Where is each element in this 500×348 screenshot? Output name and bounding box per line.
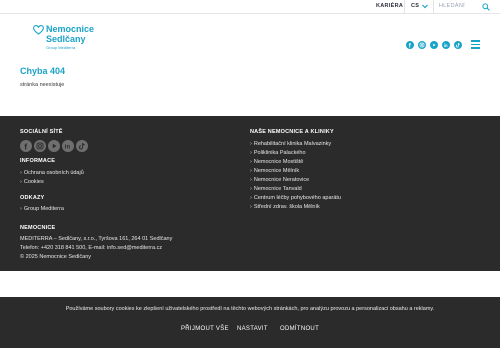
chevron-right-icon: ›: [20, 206, 22, 212]
clinic-link[interactable]: › Nemocnice Neratovice: [250, 177, 309, 183]
svg-text:f: f: [24, 141, 27, 151]
hospital-heading: NEMOCNICE: [20, 225, 56, 231]
clinic-link[interactable]: › Centrum léčby pohybového aparátu: [250, 195, 341, 201]
facebook-icon[interactable]: f: [406, 41, 414, 49]
company-address: MEDITERRA – Sedlčany, s.r.o., Tyršova 16…: [20, 236, 173, 242]
footer-link-group-mediterra[interactable]: › Group Mediterra: [20, 206, 64, 212]
logo-text-line2: Sedlčany: [46, 34, 86, 44]
linkedin-icon[interactable]: in: [62, 140, 74, 152]
chevron-right-icon: ›: [250, 204, 252, 210]
svg-text:in: in: [65, 145, 71, 151]
svg-text:f: f: [409, 43, 412, 49]
info-heading: INFORMACE: [20, 158, 56, 164]
chevron-down-icon[interactable]: [422, 4, 428, 9]
menu-hamburger-icon[interactable]: [471, 40, 480, 49]
linkedin-icon[interactable]: in: [442, 41, 450, 49]
clinic-link[interactable]: › Nemocnice Mělník: [250, 168, 299, 174]
header: Nemocnice Sedlčany Group Mediterra f in: [0, 14, 500, 54]
clinic-link[interactable]: › Nemocnice Tanvald: [250, 186, 302, 192]
footer-link-privacy[interactable]: › Ochrana osobních údajů: [20, 170, 84, 176]
instagram-icon[interactable]: [34, 140, 46, 152]
language-selector[interactable]: CS: [411, 3, 419, 9]
reject-button[interactable]: ODMÍTNOUT: [280, 326, 319, 332]
svg-text:in: in: [444, 43, 448, 48]
chevron-right-icon: ›: [250, 177, 252, 183]
footer-social-icons: f in: [20, 140, 92, 152]
chevron-right-icon: ›: [250, 195, 252, 201]
logo[interactable]: Nemocnice Sedlčany Group Mediterra: [33, 24, 113, 55]
main-content: Chyba 404 stránka neexistuje: [0, 54, 500, 116]
footer: SOCIÁLNÍ SÍTĚ f in INFORMACE › Ochrana os…: [0, 116, 500, 271]
career-link[interactable]: KARIÉRA: [376, 3, 403, 9]
chevron-right-icon: ›: [250, 150, 252, 156]
accept-all-button[interactable]: PŘIJMOUT VŠE: [181, 326, 229, 332]
facebook-icon[interactable]: f: [20, 140, 32, 152]
error-message: stránka neexistuje: [20, 82, 65, 88]
cookie-banner: Používáme soubory cookies ke zlepšení už…: [0, 297, 500, 348]
cookie-settings-button[interactable]: NASTAVIT: [237, 326, 268, 332]
tiktok-icon[interactable]: [76, 140, 88, 152]
logo-text-line1: Nemocnice: [46, 24, 95, 34]
cookie-message: Používáme soubory cookies ke zlepšení už…: [65, 306, 435, 312]
chevron-right-icon: ›: [250, 141, 252, 147]
divider: [433, 0, 434, 14]
instagram-icon[interactable]: [418, 41, 426, 49]
clinics-heading: NAŠE NEMOCNICE A KLINIKY: [250, 129, 334, 135]
divider: [404, 0, 405, 14]
contact-info: Telefon: +420 318 841 500, E-mail: info.…: [20, 245, 163, 251]
chevron-right-icon: ›: [20, 170, 22, 176]
links-heading: ODKAZY: [20, 195, 45, 201]
heart-logo-icon: [33, 25, 44, 35]
copyright: © 2025 Nemocnice Sedlčany: [20, 254, 92, 260]
page-title: Chyba 404: [20, 66, 66, 76]
tiktok-icon[interactable]: [454, 41, 462, 49]
chevron-right-icon: ›: [250, 186, 252, 192]
top-bar: KARIÉRA CS HLEDÁNÍ: [0, 0, 500, 14]
search-input[interactable]: HLEDÁNÍ: [439, 3, 465, 9]
social-heading: SOCIÁLNÍ SÍTĚ: [20, 129, 63, 135]
logo-subtitle: Group Mediterra: [46, 45, 76, 50]
youtube-icon[interactable]: [430, 41, 438, 49]
chevron-right-icon: ›: [250, 168, 252, 174]
chevron-right-icon: ›: [250, 159, 252, 165]
clinic-link[interactable]: › Střední zdrav. škola Mělník: [250, 204, 320, 210]
clinic-link[interactable]: › Nemocnice Mostiště: [250, 159, 303, 165]
clinic-link[interactable]: › Rehabilitační klinika Malvazinky: [250, 141, 331, 147]
clinic-link[interactable]: › Poliklinika Palackého: [250, 150, 306, 156]
footer-link-cookies[interactable]: › Cookies: [20, 179, 44, 185]
youtube-icon[interactable]: [48, 140, 60, 152]
search-icon[interactable]: [482, 3, 490, 11]
chevron-right-icon: ›: [20, 179, 22, 185]
